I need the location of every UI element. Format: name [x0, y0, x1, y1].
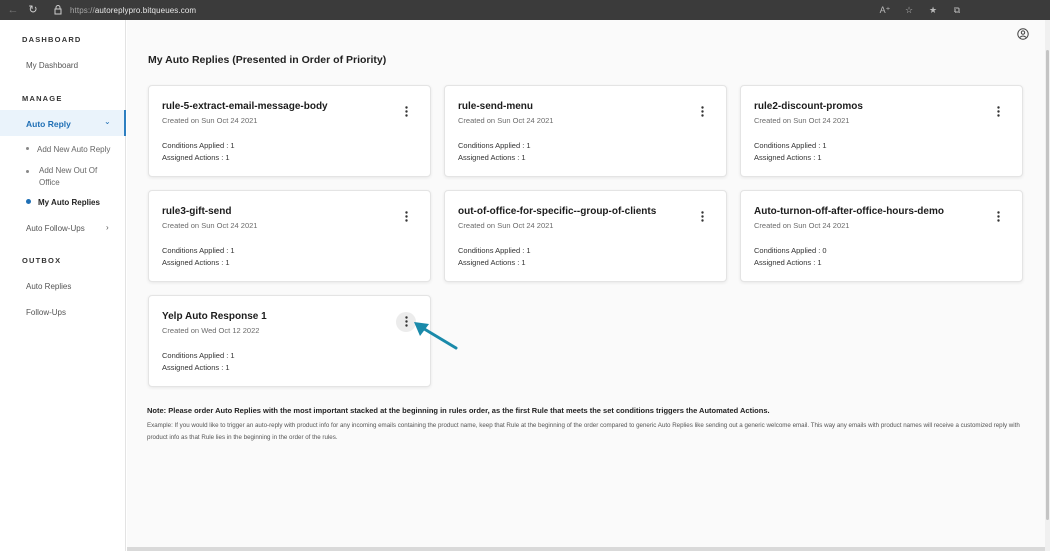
lock-icon[interactable]: [54, 4, 64, 16]
sidebar-heading-manage: MANAGE: [22, 94, 63, 103]
card-created-date: Created on Sun Oct 24 2021: [754, 221, 850, 230]
card-title: rule-send-menu: [458, 101, 534, 112]
sidebar-item-auto-follow-ups[interactable]: Auto Follow-Ups: [26, 224, 85, 233]
card-created-date: Created on Sun Oct 24 2021: [162, 221, 258, 230]
more-options-icon[interactable]: [692, 102, 712, 122]
sidebar-item-label: My Auto Replies: [38, 198, 100, 207]
read-aloud-icon[interactable]: A⁺: [878, 3, 892, 17]
card-actions: Assigned Actions : 1: [754, 153, 822, 162]
sidebar-item-outbox-follow-ups[interactable]: Follow-Ups: [26, 308, 66, 317]
auto-reply-card[interactable]: rule-5-extract-email-message-body Create…: [148, 85, 431, 177]
account-icon[interactable]: [1017, 27, 1029, 40]
more-options-icon[interactable]: [988, 102, 1008, 122]
sidebar-item-outbox-auto-replies[interactable]: Auto Replies: [26, 282, 71, 291]
card-actions: Assigned Actions : 1: [458, 258, 526, 267]
card-title: Auto-turnon-off-after-office-hours-demo: [754, 206, 944, 217]
bullet-icon: [26, 147, 29, 151]
more-options-icon[interactable]: [692, 207, 712, 227]
card-created-date: Created on Wed Oct 12 2022: [162, 326, 260, 335]
priority-note: Note: Please order Auto Replies with the…: [147, 406, 770, 415]
collections-icon[interactable]: ⧉: [950, 3, 964, 17]
page-title: My Auto Replies (Presented in Order of P…: [148, 54, 387, 66]
card-actions: Assigned Actions : 1: [162, 153, 230, 162]
auto-reply-card[interactable]: Yelp Auto Response 1 Created on Wed Oct …: [148, 295, 431, 387]
auto-reply-card[interactable]: rule2-discount-promos Created on Sun Oct…: [740, 85, 1023, 177]
scrollbar-thumb[interactable]: [1046, 50, 1049, 520]
pointer-arrow-icon: [414, 322, 458, 350]
card-created-date: Created on Sun Oct 24 2021: [162, 116, 258, 125]
card-conditions: Conditions Applied : 1: [162, 141, 235, 150]
card-conditions: Conditions Applied : 1: [754, 141, 827, 150]
auto-reply-card[interactable]: out-of-office-for-specific--group-of-cli…: [444, 190, 727, 282]
card-conditions: Conditions Applied : 1: [162, 351, 235, 360]
url-scheme: https://: [70, 5, 95, 15]
favorite-add-icon[interactable]: ☆: [902, 3, 916, 17]
sidebar: DASHBOARD My Dashboard MANAGE Auto Reply…: [0, 20, 126, 551]
horizontal-scrollbar[interactable]: [127, 547, 1045, 551]
card-conditions: Conditions Applied : 1: [162, 246, 235, 255]
sidebar-item-label: Add New Out Of Office: [39, 166, 98, 187]
card-title: rule2-discount-promos: [754, 101, 863, 112]
card-conditions: Conditions Applied : 0: [754, 246, 827, 255]
auto-reply-card[interactable]: rule3-gift-send Created on Sun Oct 24 20…: [148, 190, 431, 282]
chevron-down-icon: ⌄: [104, 117, 111, 126]
sidebar-heading-dashboard: DASHBOARD: [22, 35, 82, 44]
bullet-icon: [26, 170, 29, 173]
main-content: My Auto Replies (Presented in Order of P…: [127, 20, 1045, 547]
favorites-icon[interactable]: ★: [926, 3, 940, 17]
priority-example: Example: If you would like to trigger an…: [147, 422, 1020, 441]
card-created-date: Created on Sun Oct 24 2021: [754, 116, 850, 125]
sidebar-item-my-dashboard[interactable]: My Dashboard: [26, 61, 78, 70]
url-host: autoreplypro.bitqueues.com: [94, 5, 197, 15]
sidebar-item-label: Auto Reply: [26, 119, 71, 129]
sidebar-heading-outbox: OUTBOX: [22, 256, 62, 265]
sidebar-subitem-my-auto-replies[interactable]: My Auto Replies: [26, 198, 100, 207]
card-conditions: Conditions Applied : 1: [458, 246, 531, 255]
browser-toolbar: ← ↻ https://autoreplypro.bitqueues.com A…: [0, 0, 1050, 20]
sidebar-item-auto-reply[interactable]: Auto Reply ⌄: [0, 110, 126, 136]
card-actions: Assigned Actions : 1: [458, 153, 526, 162]
auto-reply-card[interactable]: rule-send-menu Created on Sun Oct 24 202…: [444, 85, 727, 177]
card-actions: Assigned Actions : 1: [754, 258, 822, 267]
card-title: rule-5-extract-email-message-body: [162, 101, 328, 112]
card-actions: Assigned Actions : 1: [162, 258, 230, 267]
card-created-date: Created on Sun Oct 24 2021: [458, 116, 554, 125]
card-conditions: Conditions Applied : 1: [458, 141, 531, 150]
card-title: out-of-office-for-specific--group-of-cli…: [458, 206, 657, 217]
more-options-icon[interactable]: [396, 102, 416, 122]
card-created-date: Created on Sun Oct 24 2021: [458, 221, 554, 230]
sidebar-subitem-add-new-out-of-office[interactable]: Add New Out Of Office: [26, 165, 116, 191]
card-title: rule3-gift-send: [162, 206, 232, 217]
sidebar-subitem-add-new-auto-reply[interactable]: Add New Auto Reply: [26, 145, 110, 154]
address-bar[interactable]: https://autoreplypro.bitqueues.com: [70, 6, 196, 15]
auto-reply-card[interactable]: Auto-turnon-off-after-office-hours-demo …: [740, 190, 1023, 282]
vertical-scrollbar[interactable]: [1045, 20, 1050, 551]
more-options-icon[interactable]: [396, 207, 416, 227]
refresh-icon[interactable]: ↻: [26, 3, 40, 17]
card-actions: Assigned Actions : 1: [162, 363, 230, 372]
more-options-icon[interactable]: [988, 207, 1008, 227]
back-icon[interactable]: ←: [6, 3, 20, 17]
bullet-icon: [26, 199, 31, 205]
sidebar-item-label: Add New Auto Reply: [37, 145, 111, 154]
chevron-right-icon[interactable]: ›: [106, 223, 109, 232]
card-title: Yelp Auto Response 1: [162, 311, 267, 322]
